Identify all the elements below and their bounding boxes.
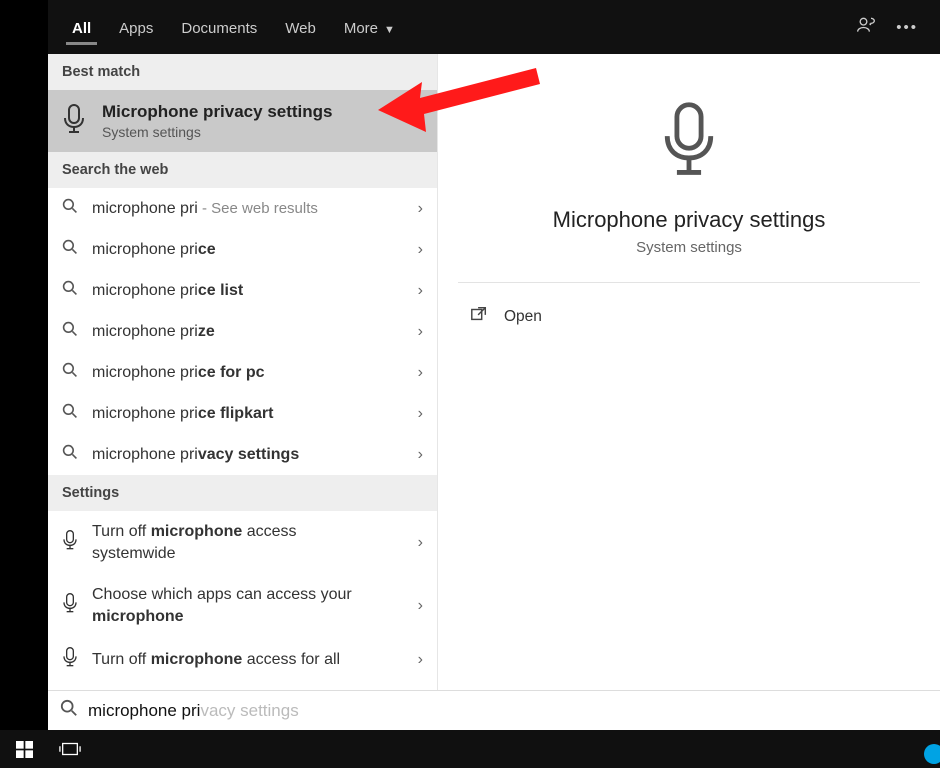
search-icon (62, 239, 78, 260)
web-results-list: microphone pri - See web results›microph… (48, 188, 437, 475)
chevron-right-icon: › (418, 446, 423, 464)
search-typed-text: microphone pri (88, 701, 200, 720)
result-text: Choose which apps can access your microp… (92, 584, 382, 627)
result-text: microphone price for pc (92, 364, 265, 382)
tab-apps[interactable]: Apps (105, 4, 167, 51)
left-rail (0, 0, 48, 768)
settings-result-row[interactable]: Turn off microphone access for all › (48, 637, 437, 682)
microphone-icon (62, 647, 78, 672)
taskbar (0, 730, 940, 768)
search-ghost-text: vacy settings (200, 701, 298, 720)
section-search-web: Search the web (48, 152, 437, 188)
search-icon (62, 362, 78, 383)
open-action[interactable]: Open (458, 301, 920, 332)
search-input[interactable]: microphone privacy settings (48, 690, 940, 730)
tab-more[interactable]: More▼ (330, 4, 409, 51)
chevron-right-icon: › (418, 597, 423, 615)
result-text: microphone privacy settings (92, 446, 299, 464)
web-result-row[interactable]: microphone price for pc › (48, 352, 437, 393)
search-icon (62, 198, 78, 219)
best-match-result[interactable]: Microphone privacy settings System setti… (48, 90, 437, 152)
preview-pane: Microphone privacy settings System setti… (438, 54, 940, 690)
result-text: microphone prize (92, 323, 215, 341)
best-match-subtitle: System settings (102, 124, 333, 140)
chevron-right-icon: › (418, 323, 423, 341)
chevron-right-icon: › (418, 534, 423, 552)
section-best-match: Best match (48, 54, 437, 90)
web-result-row[interactable]: microphone price flipkart › (48, 393, 437, 434)
result-text: Turn off microphone access for all (92, 649, 340, 671)
web-result-row[interactable]: microphone privacy settings › (48, 434, 437, 475)
result-text: microphone price flipkart (92, 405, 273, 423)
taskbar-tray-icon[interactable] (924, 744, 940, 764)
open-label: Open (504, 308, 542, 326)
result-text: microphone price (92, 241, 216, 259)
chevron-right-icon: › (418, 282, 423, 300)
results-column: Best match Microphone privacy settings S… (48, 54, 438, 690)
settings-results-list: Turn off microphone access systemwide › Ch… (48, 511, 437, 682)
search-icon (62, 321, 78, 342)
web-result-row[interactable]: microphone pri - See web results › (48, 188, 437, 229)
best-match-title: Microphone privacy settings (102, 102, 333, 122)
open-icon (470, 305, 488, 328)
microphone-icon (62, 104, 86, 139)
preview-title: Microphone privacy settings (458, 207, 920, 233)
chevron-right-icon: › (418, 200, 423, 218)
settings-result-row[interactable]: Choose which apps can access your microp… (48, 574, 437, 637)
content: Best match Microphone privacy settings S… (48, 54, 940, 690)
start-button[interactable] (6, 730, 42, 768)
microphone-icon (62, 593, 78, 618)
tab-all[interactable]: All (58, 4, 105, 51)
section-settings: Settings (48, 475, 437, 511)
web-result-row[interactable]: microphone prize › (48, 311, 437, 352)
result-text: Turn off microphone access systemwide (92, 521, 382, 564)
search-icon (60, 699, 78, 722)
chevron-right-icon: › (418, 364, 423, 382)
microphone-icon (660, 102, 718, 185)
chevron-right-icon: › (418, 405, 423, 423)
divider (458, 282, 920, 283)
tab-web[interactable]: Web (271, 4, 330, 51)
task-view-button[interactable] (52, 730, 88, 768)
tab-documents[interactable]: Documents (167, 4, 271, 51)
search-icon (62, 403, 78, 424)
preview-subtitle: System settings (458, 239, 920, 256)
feedback-icon[interactable] (856, 15, 876, 39)
result-text: microphone price list (92, 282, 243, 300)
chevron-right-icon: › (418, 651, 423, 669)
chevron-right-icon: › (418, 241, 423, 259)
web-result-row[interactable]: microphone price list › (48, 270, 437, 311)
result-text: microphone pri - See web results (92, 200, 318, 218)
search-icon (62, 280, 78, 301)
web-result-row[interactable]: microphone price › (48, 229, 437, 270)
topbar: All Apps Documents Web More▼ ••• (48, 0, 940, 54)
microphone-icon (62, 530, 78, 555)
search-icon (62, 444, 78, 465)
settings-result-row[interactable]: Turn off microphone access systemwide › (48, 511, 437, 574)
more-menu-icon[interactable]: ••• (896, 19, 918, 36)
